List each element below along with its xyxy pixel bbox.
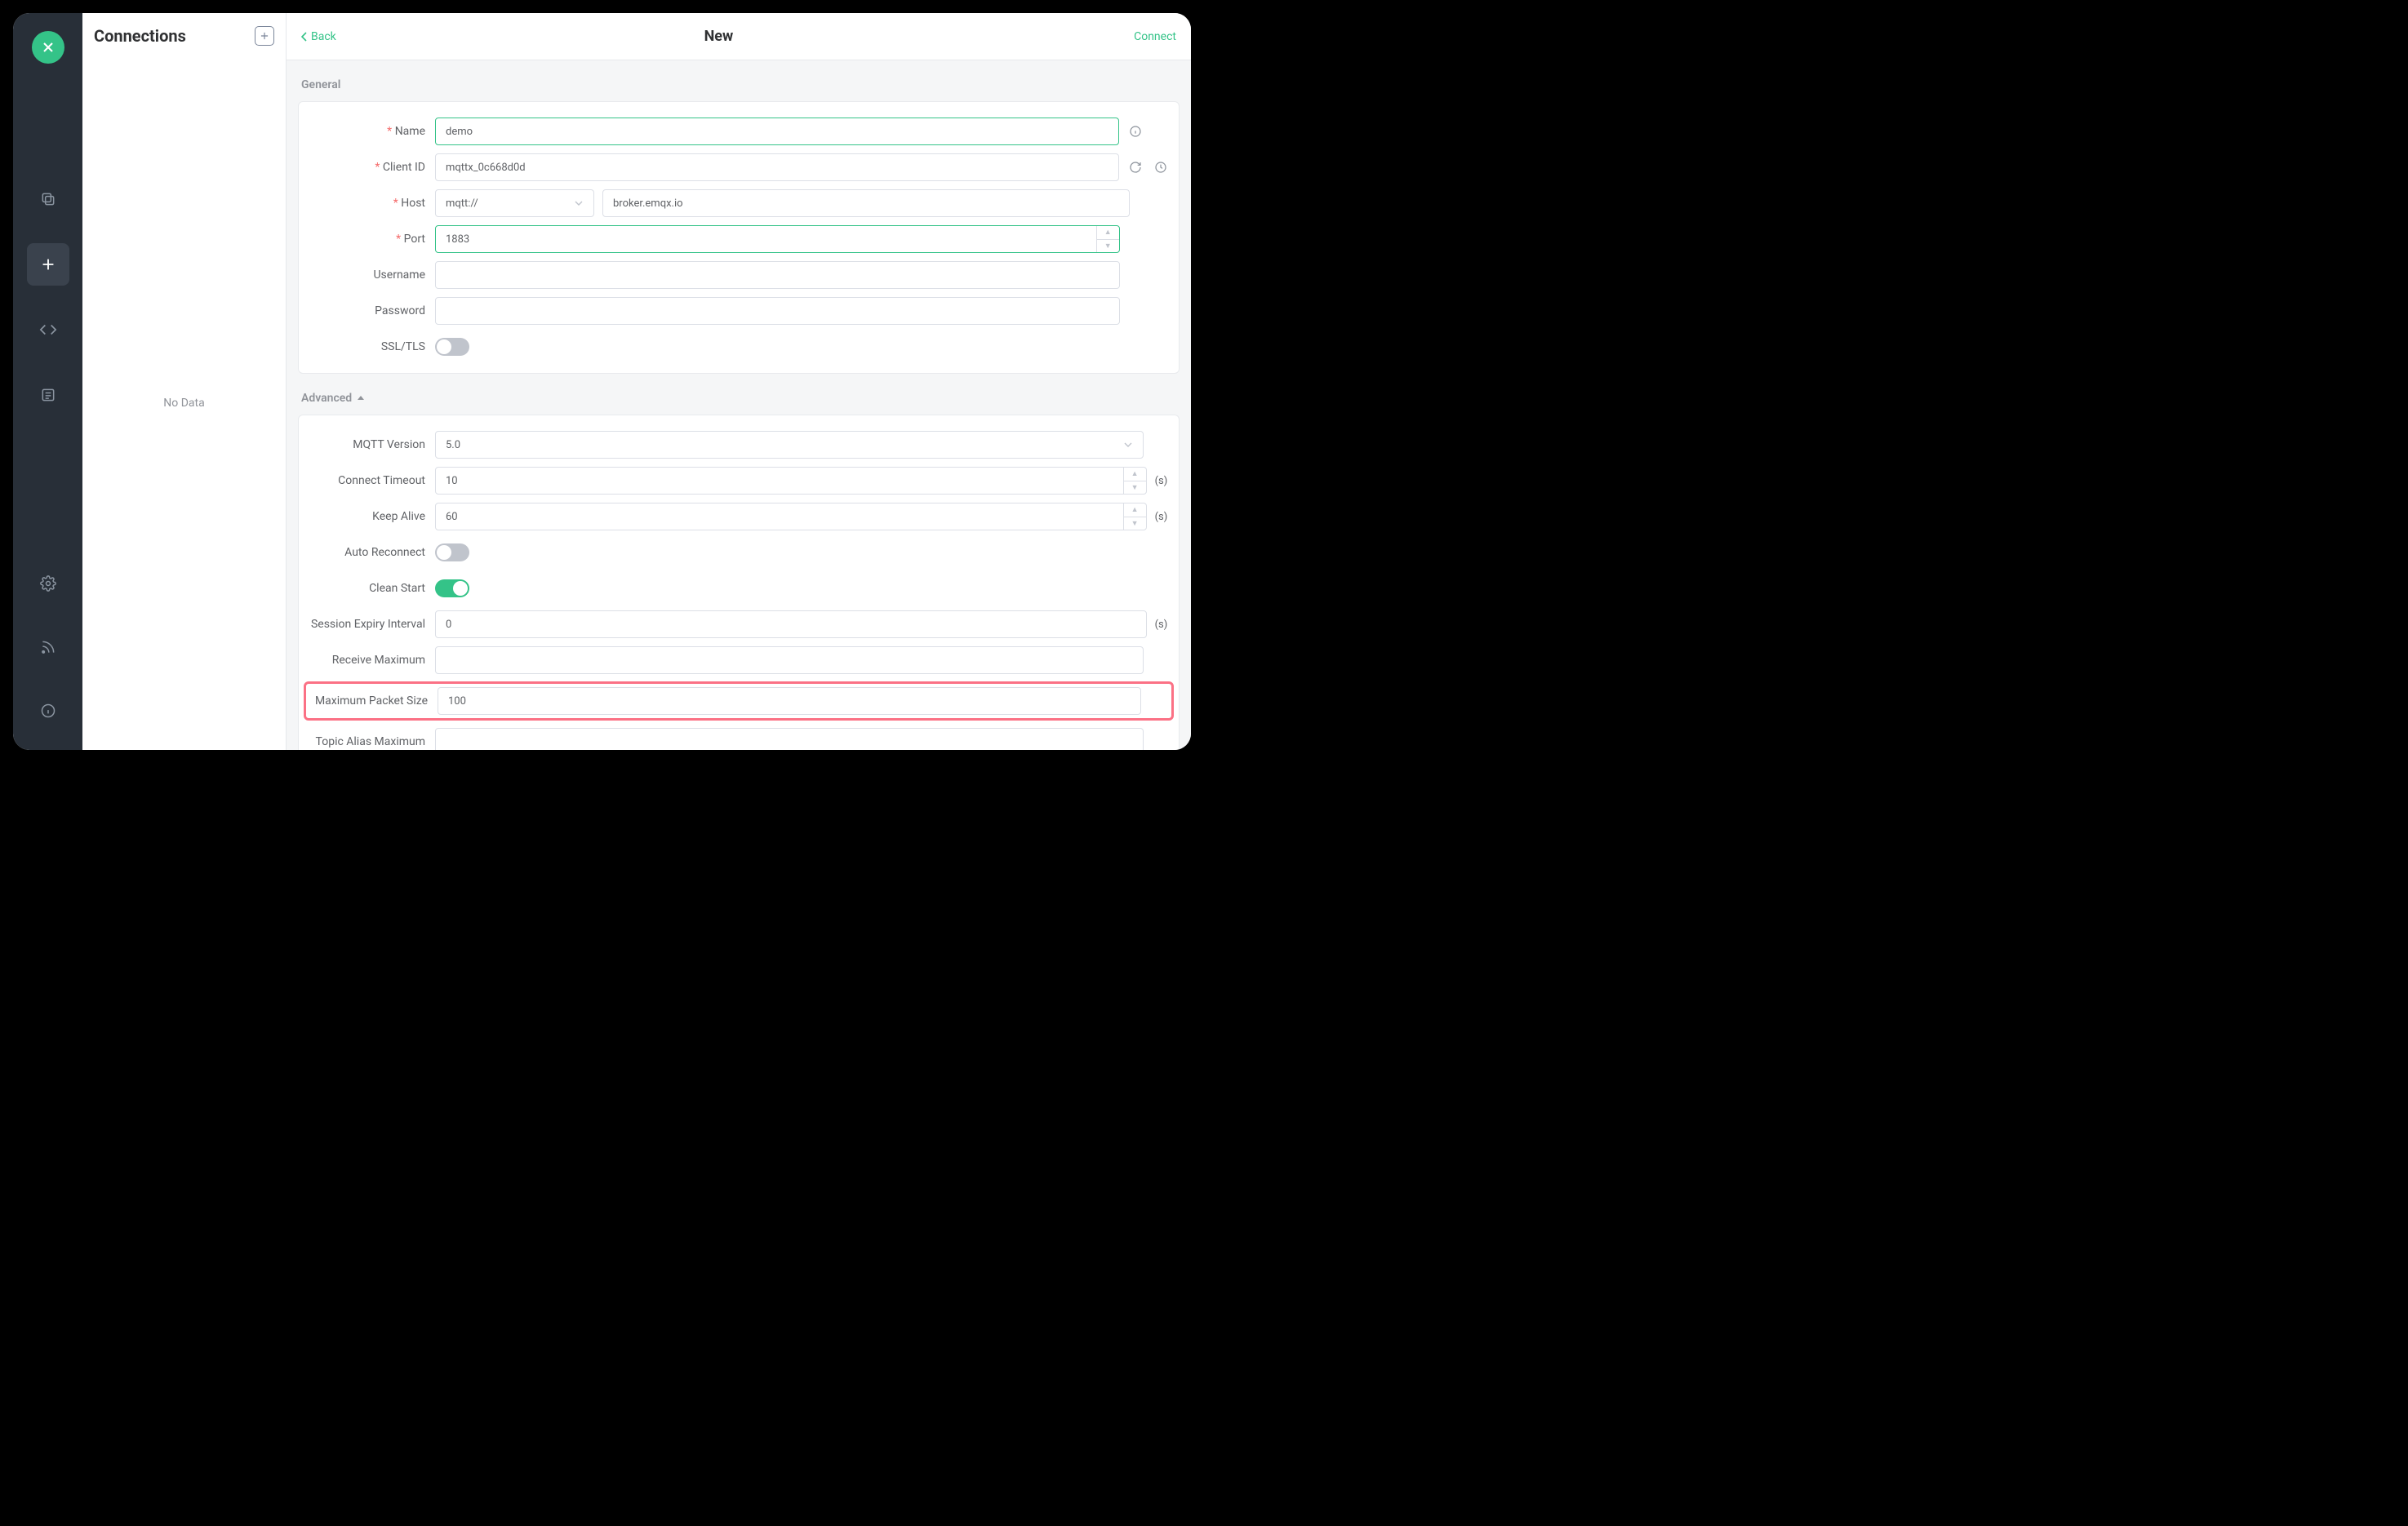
label-username: Username — [309, 268, 435, 282]
label-max-packet: Maximum Packet Size — [311, 694, 438, 708]
max-packet-input[interactable]: 100 — [438, 687, 1141, 715]
sidebar-scripts-icon[interactable] — [27, 308, 69, 351]
page-title: New — [304, 28, 1134, 45]
connect-button[interactable]: Connect — [1134, 30, 1176, 43]
general-card: Name demo Client ID mqttx_0c668d0d — [298, 101, 1180, 374]
host-scheme-select[interactable]: mqtt:// — [435, 189, 594, 217]
label-auto-reconnect: Auto Reconnect — [309, 546, 435, 559]
unit-seconds: (s) — [1155, 511, 1169, 523]
label-session-expiry: Session Expiry Interval — [309, 618, 435, 631]
label-password: Password — [309, 304, 435, 317]
ssl-toggle[interactable] — [435, 338, 469, 356]
connections-empty-text: No Data — [82, 55, 286, 750]
name-input[interactable]: demo — [435, 118, 1119, 145]
label-topic-alias-max: Topic Alias Maximum — [309, 735, 435, 748]
sidebar-new-connection-icon[interactable] — [27, 243, 69, 286]
sidebar-about-icon[interactable] — [27, 690, 69, 732]
connections-panel: Connections No Data — [82, 13, 287, 750]
max-packet-highlight: Maximum Packet Size 100 — [304, 681, 1174, 721]
client-id-input[interactable]: mqttx_0c668d0d — [435, 153, 1119, 181]
caret-up-icon — [357, 394, 365, 402]
username-input[interactable] — [435, 261, 1120, 289]
connections-title: Connections — [94, 26, 186, 46]
name-info-icon[interactable] — [1127, 125, 1144, 138]
auto-reconnect-toggle[interactable] — [435, 543, 469, 561]
client-id-history-icon[interactable] — [1153, 161, 1169, 174]
refresh-client-id-icon[interactable] — [1127, 161, 1144, 174]
section-general-title: General — [287, 60, 1191, 101]
label-mqtt-version: MQTT Version — [309, 438, 435, 451]
label-client-id: Client ID — [309, 161, 435, 174]
sidebar-rss-icon[interactable] — [27, 626, 69, 668]
connect-timeout-input[interactable]: 10 ▲▼ — [435, 467, 1147, 495]
label-port: Port — [309, 233, 435, 246]
label-name: Name — [309, 125, 435, 138]
label-ssl: SSL/TLS — [309, 340, 435, 353]
port-spinner[interactable]: ▲▼ — [1096, 226, 1119, 252]
app-sidebar — [13, 13, 82, 750]
connect-timeout-spinner[interactable]: ▲▼ — [1123, 468, 1146, 494]
unit-seconds: (s) — [1155, 619, 1169, 631]
unit-seconds: (s) — [1155, 475, 1169, 487]
topic-alias-max-input[interactable] — [435, 728, 1144, 750]
keep-alive-spinner[interactable]: ▲▼ — [1123, 503, 1146, 530]
host-input[interactable]: broker.emqx.io — [602, 189, 1130, 217]
sidebar-settings-icon[interactable] — [27, 562, 69, 605]
chevron-down-icon — [1123, 440, 1133, 450]
label-connect-timeout: Connect Timeout — [309, 474, 435, 487]
keep-alive-input[interactable]: 60 ▲▼ — [435, 503, 1147, 530]
topbar: Back New Connect — [287, 13, 1191, 60]
sidebar-copy-icon[interactable] — [27, 178, 69, 220]
receive-max-input[interactable] — [435, 646, 1144, 674]
mqtt-version-select[interactable]: 5.0 — [435, 431, 1144, 459]
label-keep-alive: Keep Alive — [309, 510, 435, 523]
session-expiry-input[interactable]: 0 — [435, 610, 1147, 638]
chevron-down-icon — [574, 198, 584, 208]
advanced-card: MQTT Version 5.0 Connect — [298, 415, 1180, 750]
add-connection-button[interactable] — [255, 26, 274, 46]
label-host: Host — [309, 197, 435, 210]
sidebar-logs-icon[interactable] — [27, 374, 69, 416]
clean-start-toggle[interactable] — [435, 579, 469, 597]
label-receive-max: Receive Maximum — [309, 654, 435, 667]
port-input[interactable]: 1883 ▲▼ — [435, 225, 1120, 253]
password-input[interactable] — [435, 297, 1120, 325]
label-clean-start: Clean Start — [309, 582, 435, 595]
app-logo — [32, 31, 64, 64]
section-advanced-title[interactable]: Advanced — [287, 374, 1191, 415]
